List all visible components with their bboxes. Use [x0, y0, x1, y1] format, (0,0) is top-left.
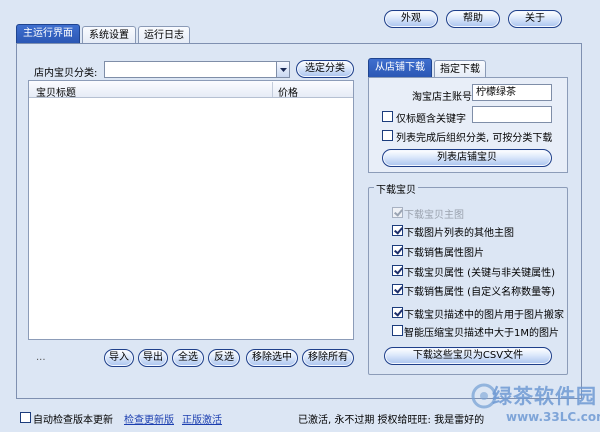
invert-selection-button[interactable]: 反选: [208, 349, 240, 367]
keyword-input[interactable]: [472, 106, 552, 123]
option-checkbox-description-images[interactable]: [392, 307, 403, 318]
option-label-compress-images: 智能压缩宝贝描述中大于1M的图片: [404, 328, 559, 339]
download-csv-button[interactable]: 下载这些宝贝为CSV文件: [384, 347, 552, 365]
option-checkbox-main-image[interactable]: [392, 207, 403, 218]
appearance-button[interactable]: 外观: [384, 10, 438, 28]
tab-specified-download[interactable]: 指定下载: [434, 60, 486, 78]
option-label-main-image: 下载宝贝主图: [404, 210, 464, 221]
group-checkbox[interactable]: [382, 130, 393, 141]
shop-account-input[interactable]: 柠檬绿茶: [472, 84, 552, 101]
column-divider: [272, 82, 273, 97]
option-label-sales-attr-images: 下载销售属性图片: [404, 248, 484, 259]
shop-account-label: 淘宝店主账号: [412, 92, 472, 103]
option-label-item-attributes: 下载宝贝属性 (关键与非关键属性): [404, 268, 555, 279]
auto-check-update-label: 自动检查版本更新: [33, 415, 113, 426]
tab-main-interface[interactable]: 主运行界面: [16, 24, 80, 44]
tab-system-settings[interactable]: 系统设置: [82, 26, 136, 44]
list-shop-items-button[interactable]: 列表店铺宝贝: [382, 149, 552, 167]
table-header: [29, 81, 353, 98]
remove-all-button[interactable]: 移除所有: [302, 349, 354, 367]
category-select[interactable]: [104, 61, 290, 78]
keyword-checkbox[interactable]: [382, 111, 393, 122]
option-checkbox-item-attributes[interactable]: [392, 265, 403, 276]
option-label-other-images: 下载图片列表的其他主图: [404, 228, 514, 239]
column-price-header[interactable]: 价格: [278, 84, 298, 99]
item-table[interactable]: [28, 80, 354, 340]
tab-run-log[interactable]: 运行日志: [138, 26, 190, 44]
group-checkbox-label: 列表完成后组织分类, 可按分类下载: [396, 133, 553, 144]
ellipsis-text: ...: [36, 352, 46, 363]
column-title-header[interactable]: 宝贝标题: [36, 84, 76, 99]
activate-link[interactable]: 正版激活: [182, 411, 222, 426]
option-label-sales-attributes: 下载销售属性 (自定义名称数量等): [404, 287, 555, 298]
import-button[interactable]: 导入: [104, 349, 134, 367]
auto-check-update-checkbox[interactable]: [20, 412, 31, 423]
option-checkbox-compress-images[interactable]: [392, 325, 403, 336]
help-button[interactable]: 帮助: [446, 10, 500, 28]
option-checkbox-other-images[interactable]: [392, 225, 403, 236]
select-all-button[interactable]: 全选: [172, 349, 204, 367]
about-button[interactable]: 关于: [508, 10, 562, 28]
watermark-url: www.33LC.com: [506, 410, 600, 424]
tab-download-from-shop[interactable]: 从店铺下载: [368, 58, 432, 78]
watermark-text: 绿茶软件园: [492, 384, 597, 408]
select-category-button[interactable]: 选定分类: [296, 60, 354, 78]
activation-status: 已激活, 永不过期 授权给旺旺: 我是雷好的: [298, 415, 485, 426]
export-button[interactable]: 导出: [138, 349, 168, 367]
chevron-down-icon[interactable]: [276, 62, 289, 77]
option-label-description-images: 下载宝贝描述中的图片用于图片搬家: [404, 310, 564, 321]
option-checkbox-sales-attributes[interactable]: [392, 284, 403, 295]
category-label: 店内宝贝分类:: [34, 68, 98, 79]
keyword-checkbox-label: 仅标题含关键字: [396, 114, 466, 125]
check-update-link[interactable]: 检查更新版: [124, 411, 174, 426]
download-group-title: 下载宝贝: [374, 181, 418, 196]
remove-selected-button[interactable]: 移除选中: [246, 349, 298, 367]
option-checkbox-sales-attr-images[interactable]: [392, 245, 403, 256]
